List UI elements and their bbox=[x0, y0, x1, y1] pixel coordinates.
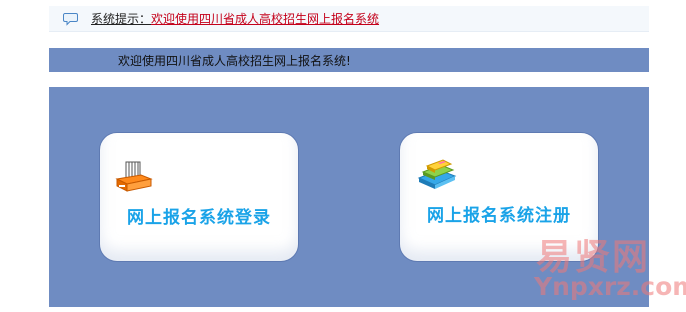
register-card-button[interactable]: 网上报名系统注册 bbox=[399, 132, 599, 262]
speech-bubble-icon bbox=[63, 12, 79, 26]
books-icon bbox=[417, 158, 457, 194]
computer-icon bbox=[113, 161, 153, 199]
register-label: 网上报名系统注册 bbox=[427, 206, 571, 226]
login-label: 网上报名系统登录 bbox=[127, 208, 271, 228]
welcome-text: 欢迎使用四川省成人高校招生网上报名系统! bbox=[118, 53, 351, 68]
notice-link[interactable]: 欢迎使用四川省成人高校招生网上报名系统 bbox=[151, 10, 379, 27]
main-panel: 网上报名系统登录 网上报名系统注册 bbox=[49, 87, 649, 307]
welcome-bar: 欢迎使用四川省成人高校招生网上报名系统! bbox=[49, 48, 649, 72]
notice-prefix: 系统提示： bbox=[91, 12, 152, 26]
login-card-button[interactable]: 网上报名系统登录 bbox=[99, 132, 299, 262]
system-notice-bar: 系统提示： 欢迎使用四川省成人高校招生网上报名系统 bbox=[49, 6, 649, 32]
